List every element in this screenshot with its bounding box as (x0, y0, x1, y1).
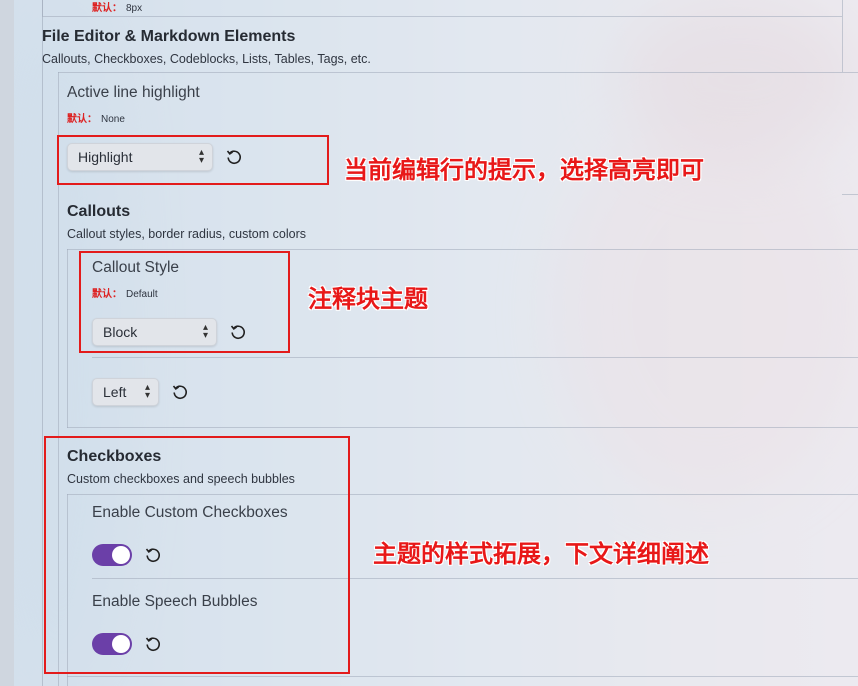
divider-top (42, 16, 842, 17)
group-border-right (842, 0, 843, 72)
callouts-group-left (67, 249, 68, 428)
active-line-setting-name: Active line highlight (67, 84, 200, 101)
annotation-note-checkboxes: 主题的样式拓展，下文详细阐述 (373, 540, 709, 568)
divider-stub (42, 0, 43, 16)
annotation-box-active-line (57, 135, 329, 185)
left-scroll-gutter (0, 0, 14, 686)
chevron-updown-icon: ▴ ▾ (144, 382, 150, 401)
content-left-border (42, 0, 43, 686)
divider-right-stub (842, 194, 858, 195)
callout-align-select-value: Left (103, 384, 127, 400)
section-subtitle: Callouts, Checkboxes, Codeblocks, Lists,… (42, 52, 371, 66)
callouts-title: Callouts (67, 203, 131, 220)
annotation-box-callout-style (79, 251, 290, 353)
callout-align-select[interactable]: Left ▴ ▾ (92, 378, 159, 406)
annotation-note-callout: 注释块主题 (308, 285, 428, 313)
top-default-value: 默认： 8px (92, 3, 143, 14)
group-border-top (58, 72, 858, 73)
active-line-default: 默认： None (67, 114, 125, 125)
annotation-note-active-line: 当前编辑行的提示，选择高亮即可 (344, 156, 704, 184)
callouts-row-divider (92, 357, 858, 358)
callouts-subtitle: Callout styles, border radius, custom co… (67, 227, 306, 241)
callouts-group-bottom (67, 427, 858, 428)
section-title: File Editor & Markdown Elements (42, 28, 296, 45)
checkboxes-group-bottom (67, 676, 858, 677)
callouts-group-top (67, 249, 858, 250)
reset-icon[interactable] (171, 383, 189, 401)
annotation-box-checkboxes (44, 436, 350, 674)
